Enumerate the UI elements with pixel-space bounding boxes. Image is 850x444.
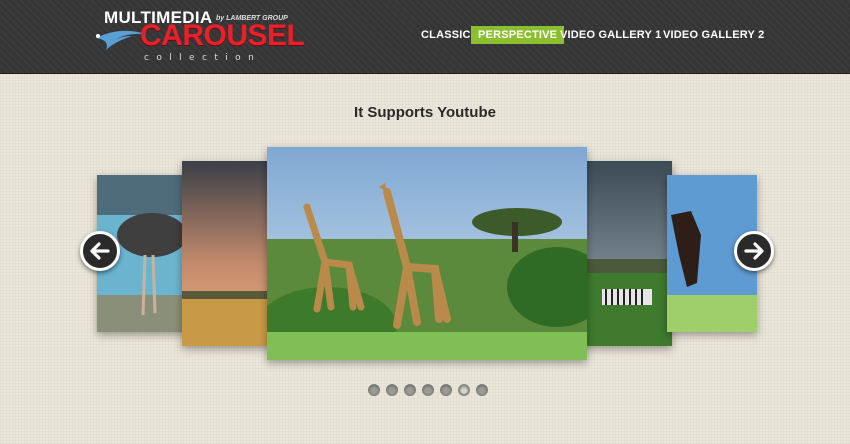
savanna-sunset-image (182, 161, 272, 346)
giraffes-image (267, 147, 587, 360)
pagination-dot[interactable] (368, 384, 380, 396)
slide-zebras[interactable] (582, 161, 672, 346)
logo-collection-text: collection (144, 53, 262, 63)
nav-video-gallery-1[interactable]: VIDEO GALLERY 1 (560, 26, 661, 44)
pagination-dot[interactable] (458, 384, 470, 396)
nav-perspective[interactable]: PERSPECTIVE (471, 26, 565, 44)
slide-giraffes-video[interactable] (267, 147, 587, 360)
next-arrow[interactable] (734, 231, 774, 271)
carousel-slides (0, 140, 850, 370)
pagination-dot[interactable] (386, 384, 398, 396)
pagination-dot[interactable] (404, 384, 416, 396)
header-bar: MULTIMEDIA by LAMBERT GROUP CAROUSEL col… (0, 0, 850, 74)
arrow-right-icon (744, 242, 764, 260)
main-nav: CLASSIC PERSPECTIVE VIDEO GALLERY 1 VIDE… (0, 26, 850, 44)
pagination-dot[interactable] (476, 384, 488, 396)
nav-video-gallery-2[interactable]: VIDEO GALLERY 2 (663, 26, 764, 44)
nav-classic[interactable]: CLASSIC (421, 26, 471, 44)
zebras-image (582, 161, 672, 346)
pagination-dot[interactable] (422, 384, 434, 396)
pagination-dot[interactable] (440, 384, 452, 396)
slide-savanna-sunset[interactable] (182, 161, 272, 346)
prev-arrow[interactable] (80, 231, 120, 271)
carousel-title: It Supports Youtube (354, 104, 496, 121)
arrow-left-icon (90, 242, 110, 260)
